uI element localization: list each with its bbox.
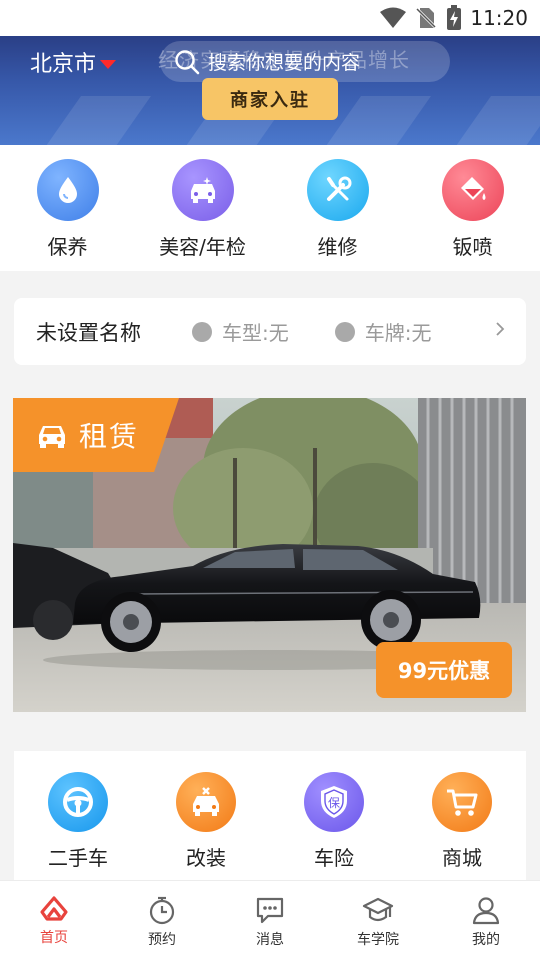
vehicle-model-dot: [192, 321, 212, 342]
caret-down-icon: [100, 59, 117, 69]
promo-badge[interactable]: 99元优惠: [376, 642, 512, 698]
steering-wheel-icon: [48, 772, 108, 832]
wrench-screwdriver-icon: [306, 159, 369, 221]
service-label: 保养: [47, 235, 88, 259]
service-label: 美容/年检: [159, 235, 246, 259]
shopping-cart-icon: [432, 772, 492, 832]
service-label: 维修: [317, 235, 358, 259]
service-used-car[interactable]: 二手车: [14, 751, 142, 880]
message-icon: [256, 897, 284, 924]
service-label: 商城: [442, 846, 482, 870]
nav-home[interactable]: 首页: [0, 881, 108, 960]
vehicle-plate: 车牌:无: [364, 321, 432, 345]
vehicle-plate-dot: [334, 321, 355, 342]
service-paint[interactable]: 钣喷: [405, 145, 540, 271]
stopwatch-icon: [149, 896, 175, 925]
insurance-shield-icon: 保: [304, 772, 364, 832]
service-maintenance[interactable]: 保养: [0, 145, 135, 271]
search-icon: [175, 49, 200, 74]
no-sim-icon: [416, 7, 436, 29]
banner-stripe: [38, 96, 152, 145]
rental-banner[interactable]: 租赁 99元优惠: [13, 398, 526, 712]
nav-appointment[interactable]: 预约: [108, 881, 216, 960]
city-label: 北京市: [30, 52, 97, 77]
service-modification[interactable]: 改装: [142, 751, 270, 880]
service-mall[interactable]: 商城: [398, 751, 526, 880]
car-icon: [39, 426, 65, 448]
wifi-icon: [380, 7, 406, 28]
header-banner: 经济实惠稳定提升产品增长 北京市 搜索你想要的内容 商家入驻: [0, 36, 540, 145]
service-grid: 保养 美容/年检 维修 钣喷: [0, 145, 540, 271]
vehicle-card[interactable]: 未设置名称 车型:无 车牌:无: [14, 298, 526, 365]
status-time: 11:20: [470, 6, 528, 30]
nav-label: 首页: [40, 930, 68, 946]
car-wash-icon: [171, 159, 234, 221]
graduation-cap-icon: [362, 897, 394, 922]
chevron-right-icon: [496, 322, 505, 336]
merchant-join-button[interactable]: 商家入驻: [202, 78, 338, 120]
service-label: 改装: [186, 846, 226, 870]
search-placeholder: 搜索你想要的内容: [208, 52, 361, 74]
nav-messages[interactable]: 消息: [216, 881, 324, 960]
search-bar[interactable]: 搜索你想要的内容: [160, 41, 450, 82]
user-icon: [472, 897, 500, 925]
service-repair[interactable]: 维修: [270, 145, 405, 271]
status-bar: 11:20: [0, 0, 540, 36]
vehicle-name: 未设置名称: [36, 320, 141, 345]
paint-bucket-icon: [441, 159, 504, 221]
service-grid-secondary: 二手车 改装 保 车险 商城: [14, 751, 526, 880]
svg-text:保: 保: [328, 796, 340, 810]
service-beauty-inspection[interactable]: 美容/年检: [135, 145, 270, 271]
bottom-nav: 首页 预约 消息 车学院 我的: [0, 880, 540, 960]
home-icon: [40, 896, 68, 921]
nav-profile[interactable]: 我的: [432, 881, 540, 960]
water-drop-icon: [36, 159, 99, 221]
banner-stripe: [448, 96, 540, 145]
rental-tag: 租赁: [13, 398, 179, 472]
vehicle-model: 车型:无: [222, 321, 289, 345]
car-tools-icon: [176, 772, 236, 832]
nav-label: 预约: [148, 932, 176, 948]
nav-label: 我的: [472, 932, 500, 948]
city-selector[interactable]: 北京市: [30, 46, 117, 78]
service-label: 二手车: [48, 846, 108, 870]
nav-label: 消息: [256, 932, 284, 948]
nav-academy[interactable]: 车学院: [324, 881, 432, 960]
service-label: 钣喷: [452, 235, 493, 259]
service-label: 车险: [314, 846, 354, 870]
battery-charging-icon: [447, 5, 461, 30]
service-insurance[interactable]: 保 车险: [270, 751, 398, 880]
rental-tag-label: 租赁: [79, 420, 140, 453]
nav-label: 车学院: [357, 932, 399, 948]
